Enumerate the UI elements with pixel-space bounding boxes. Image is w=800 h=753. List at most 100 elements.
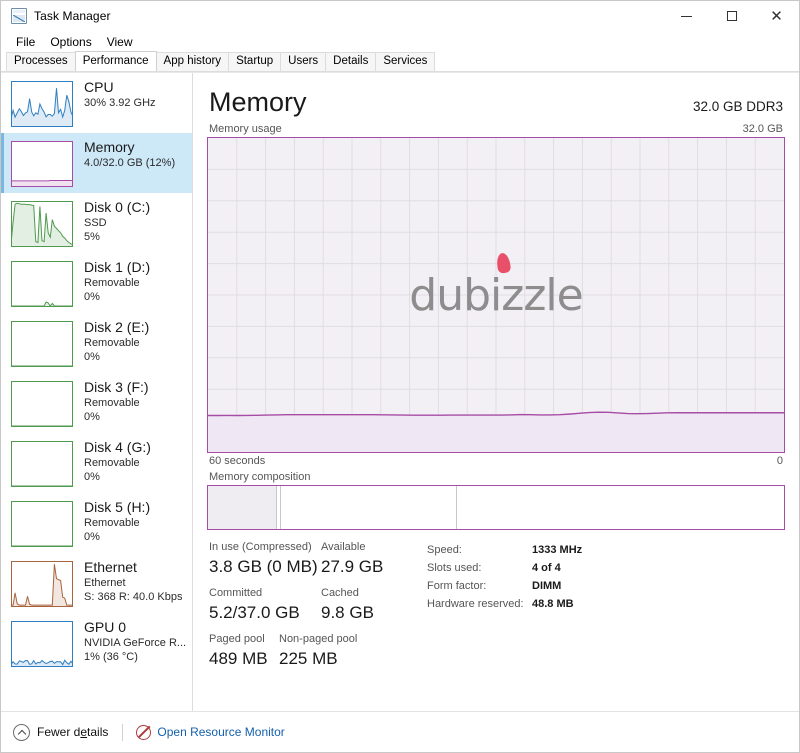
chevron-up-icon xyxy=(13,723,30,741)
tab-users[interactable]: Users xyxy=(280,52,327,71)
content-area: CPU 30% 3.92 GHz Memory 4.0/32.0 GB (12%) Di… xyxy=(1,72,799,711)
menu-options[interactable]: Options xyxy=(43,33,99,51)
sidebar-item-disk-3-f[interactable]: Disk 3 (F:) Removable 0% xyxy=(1,373,192,433)
stat-key: Cached xyxy=(321,587,359,599)
maximize-button[interactable] xyxy=(709,1,754,31)
usage-graph-label: Memory usage xyxy=(209,123,282,135)
sidebar-item-sub1: SSD xyxy=(84,217,107,229)
tab-services[interactable]: Services xyxy=(375,52,436,71)
memory-composition-bar[interactable] xyxy=(207,485,785,530)
memory-panel: Memory 32.0 GB DDR3 Memory usage 32.0 GB… xyxy=(193,73,799,711)
maximize-icon xyxy=(726,11,737,21)
status-bar: Fewer details Open Resource Monitor xyxy=(1,711,799,752)
stat-key: Non-paged pool xyxy=(279,633,358,645)
sidebar-item-disk-2-e[interactable]: Disk 2 (E:) Removable 0% xyxy=(1,313,192,373)
sidebar-item-sub2: 0% xyxy=(84,351,100,363)
fewer-details-label: Fewer details xyxy=(37,725,109,739)
open-resource-monitor-label[interactable]: Open Resource Monitor xyxy=(157,725,284,739)
composition-segment-modified[interactable] xyxy=(277,486,281,529)
sidebar-item-memory[interactable]: Memory 4.0/32.0 GB (12%) xyxy=(1,133,192,193)
sidebar-item-sub1: Removable xyxy=(84,457,140,469)
tab-performance[interactable]: Performance xyxy=(74,51,157,71)
status-divider xyxy=(122,723,124,741)
memory-detail-value: 1333 MHz xyxy=(532,544,583,556)
sidebar-item-sub2: 1% (36 °C) xyxy=(84,651,138,663)
sidebar-item-label: GPU 0 xyxy=(84,619,127,635)
composition-segment-standby[interactable] xyxy=(281,486,457,529)
sidebar-item-sub1: 30% 3.92 GHz xyxy=(84,97,156,109)
stat-cell: Cached 9.8 GB xyxy=(321,586,419,624)
sidebar-item-cpu[interactable]: CPU 30% 3.92 GHz xyxy=(1,73,192,133)
tab-app-history[interactable]: App history xyxy=(155,52,230,71)
stat-value: 5.2/37.0 GB xyxy=(209,603,300,622)
composition-segment-free[interactable] xyxy=(457,486,784,529)
memory-usage-graph: dubizzle xyxy=(207,137,785,453)
task-manager-icon xyxy=(11,8,27,24)
stat-row: Paged pool 489 MB Non-paged pool 225 MB xyxy=(209,632,419,670)
sidebar-item-text: Disk 4 (G:) Removable 0% xyxy=(84,439,151,484)
tab-startup[interactable]: Startup xyxy=(228,52,282,71)
close-button[interactable]: ✕ xyxy=(754,1,799,31)
sidebar-item-sub2: 0% xyxy=(84,531,100,543)
sidebar-item-sub2: S: 368 R: 40.0 Kbps xyxy=(84,591,183,603)
memory-detail-key: Speed: xyxy=(427,544,462,556)
sidebar-item-label: Disk 0 (C:) xyxy=(84,199,151,215)
usage-chart-svg xyxy=(208,138,784,452)
sidebar-item-gpu-0[interactable]: GPU 0 NVIDIA GeForce R... 1% (36 °C) xyxy=(1,613,192,673)
sidebar-item-sub2: 0% xyxy=(84,411,100,423)
usage-axis-row: 60 seconds 0 xyxy=(207,453,785,467)
composition-segment-in-use[interactable] xyxy=(208,486,277,529)
sidebar-item-disk-1-d[interactable]: Disk 1 (D:) Removable 0% xyxy=(1,253,192,313)
stat-cell: Paged pool 489 MB xyxy=(209,632,279,670)
page-title: Memory xyxy=(209,87,307,117)
memory-detail-key: Slots used: xyxy=(427,562,482,574)
sidebar-item-sub1: Ethernet xyxy=(84,577,126,589)
sidebar-item-label: Disk 5 (H:) xyxy=(84,499,151,515)
sidebar-item-disk-5-h[interactable]: Disk 5 (H:) Removable 0% xyxy=(1,493,192,553)
close-icon: ✕ xyxy=(770,6,783,25)
tab-strip: Processes Performance App history Startu… xyxy=(1,51,799,72)
sidebar-item-sub1: Removable xyxy=(84,337,140,349)
sidebar-item-ethernet[interactable]: Ethernet Ethernet S: 368 R: 40.0 Kbps xyxy=(1,553,192,613)
sidebar-item-label: Disk 4 (G:) xyxy=(84,439,151,455)
sidebar-item-label: Ethernet xyxy=(84,559,137,575)
memory-detail-key: Form factor: xyxy=(427,580,487,592)
stat-value: 489 MB xyxy=(209,649,268,668)
sidebar-thumbnail-graph xyxy=(11,201,73,247)
minimize-icon xyxy=(681,15,692,17)
sidebar-item-disk-0-c[interactable]: Disk 0 (C:) SSD 5% xyxy=(1,193,192,253)
resource-list[interactable]: CPU 30% 3.92 GHz Memory 4.0/32.0 GB (12%) Di… xyxy=(1,73,193,711)
sidebar-item-label: Disk 2 (E:) xyxy=(84,319,150,335)
sidebar-item-text: Disk 0 (C:) SSD 5% xyxy=(84,199,150,244)
stat-value: 3.8 GB (0 MB) xyxy=(209,557,318,576)
memory-detail-value: 48.8 MB xyxy=(532,598,574,610)
stat-value: 225 MB xyxy=(279,649,338,668)
sidebar-item-sub1: Removable xyxy=(84,397,140,409)
stat-cell: Committed 5.2/37.0 GB xyxy=(209,586,321,624)
tab-processes[interactable]: Processes xyxy=(6,52,76,71)
sidebar-item-text: Disk 2 (E:) Removable 0% xyxy=(84,319,149,364)
sidebar-item-text: Ethernet Ethernet S: 368 R: 40.0 Kbps xyxy=(84,559,182,604)
sidebar-item-disk-4-g[interactable]: Disk 4 (G:) Removable 0% xyxy=(1,433,192,493)
sidebar-thumbnail-graph xyxy=(11,81,73,127)
minimize-button[interactable] xyxy=(664,1,709,31)
tab-details[interactable]: Details xyxy=(325,52,377,71)
open-resource-monitor-button[interactable]: Open Resource Monitor xyxy=(136,724,285,740)
memory-detail-value: 4 of 4 xyxy=(532,562,561,574)
sidebar-item-label: Disk 1 (D:) xyxy=(84,259,151,275)
menu-view[interactable]: View xyxy=(100,33,141,51)
stat-key: Available xyxy=(321,541,366,553)
title-bar: Task Manager ✕ xyxy=(1,1,799,31)
fewer-details-button[interactable]: Fewer details xyxy=(13,723,109,741)
menu-file[interactable]: File xyxy=(9,33,43,51)
sidebar-thumbnail-graph xyxy=(11,321,73,367)
composition-label: Memory composition xyxy=(209,471,311,483)
memory-detail-row: Form factor: DIMM xyxy=(427,577,582,595)
stat-row: In use (Compressed) 3.8 GB (0 MB) Availabl… xyxy=(209,540,419,578)
memory-stats-left: In use (Compressed) 3.8 GB (0 MB) Availabl… xyxy=(209,540,419,678)
sidebar-item-label: Memory xyxy=(84,139,135,155)
memory-spec: 32.0 GB DDR3 xyxy=(692,99,783,114)
sidebar-item-text: CPU 30% 3.92 GHz xyxy=(84,79,156,110)
sidebar-item-sub2: 0% xyxy=(84,471,100,483)
memory-detail-row: Hardware reserved: 48.8 MB xyxy=(427,595,582,613)
